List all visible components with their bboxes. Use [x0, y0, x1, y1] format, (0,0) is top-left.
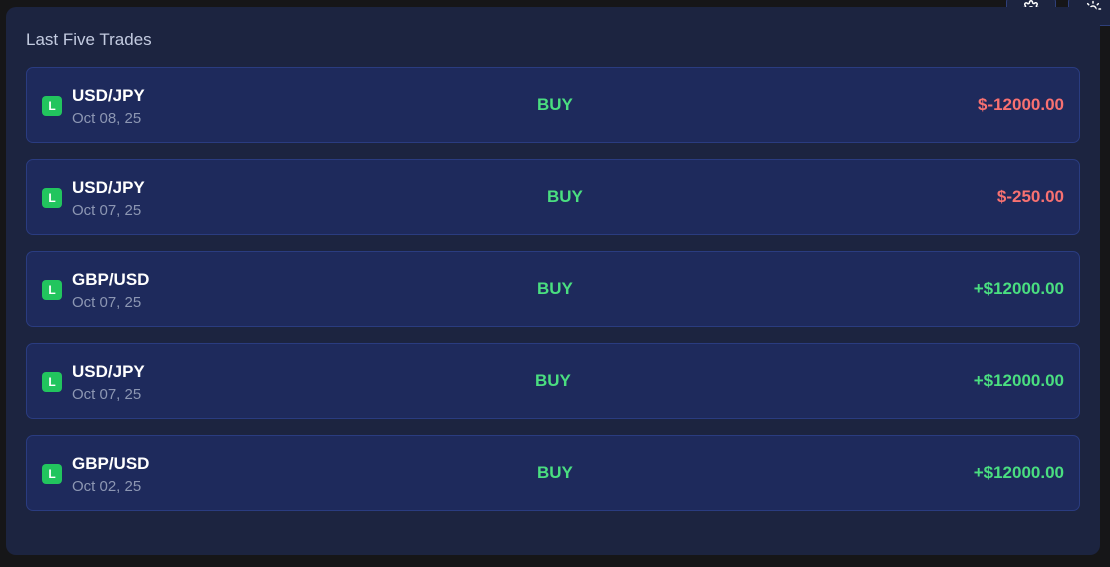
trades-panel: Last Five Trades L USD/JPY Oct 08, 25 BU…: [6, 7, 1100, 555]
trade-pnl: $-12000.00: [977, 95, 1064, 114]
trade-pnl: $-250.00: [996, 187, 1064, 206]
trade-date: Oct 07, 25: [72, 202, 142, 219]
trade-date: Oct 08, 25: [72, 110, 142, 127]
trade-pair: GBP/USD: [72, 270, 150, 289]
long-badge: L: [42, 464, 62, 484]
trade-pair: GBP/USD: [72, 454, 150, 473]
trade-pair: USD/JPY: [72, 86, 145, 105]
long-badge: L: [42, 372, 62, 392]
trades-list: L USD/JPY Oct 08, 25 BUY $-12000.00 L US…: [26, 67, 1080, 527]
trade-side: BUY: [535, 371, 571, 390]
trade-date: Oct 07, 25: [72, 294, 142, 311]
trade-side: BUY: [537, 463, 573, 482]
trade-side: BUY: [547, 187, 583, 206]
trade-row[interactable]: L USD/JPY Oct 07, 25 BUY $-250.00: [26, 159, 1080, 235]
long-badge: L: [42, 96, 62, 116]
panel-title: Last Five Trades: [26, 30, 152, 49]
trade-pnl: +$12000.00: [973, 463, 1064, 482]
trade-pnl: +$12000.00: [973, 279, 1064, 298]
trade-row[interactable]: L USD/JPY Oct 08, 25 BUY $-12000.00: [26, 67, 1080, 143]
trade-pair: USD/JPY: [72, 178, 145, 197]
trade-row[interactable]: L GBP/USD Oct 02, 25 BUY +$12000.00: [26, 435, 1080, 511]
trade-side: BUY: [537, 95, 573, 114]
trade-row[interactable]: L GBP/USD Oct 07, 25 BUY +$12000.00: [26, 251, 1080, 327]
trade-pair: USD/JPY: [72, 362, 145, 381]
trade-row[interactable]: L USD/JPY Oct 07, 25 BUY +$12000.00: [26, 343, 1080, 419]
trade-date: Oct 07, 25: [72, 386, 142, 403]
trade-date: Oct 02, 25: [72, 478, 142, 495]
long-badge: L: [42, 280, 62, 300]
trade-pnl: +$12000.00: [973, 371, 1064, 390]
trade-side: BUY: [537, 279, 573, 298]
long-badge: L: [42, 188, 62, 208]
